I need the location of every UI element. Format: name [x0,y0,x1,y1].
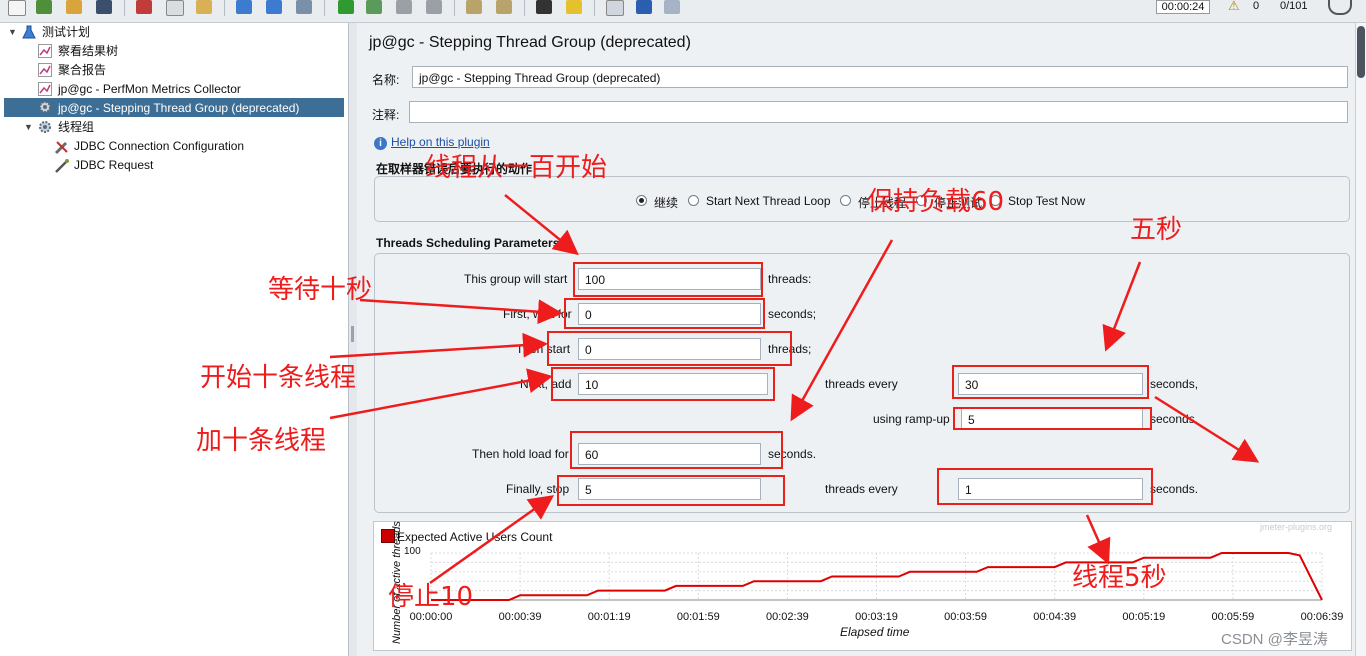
annotation-text: 五秒 [1130,215,1183,245]
chart-x-tick: 00:04:39 [1033,611,1076,623]
annotation-box [570,431,783,469]
annotation-box [937,468,1153,505]
chart-x-tick: 00:03:59 [944,611,987,623]
annotation-box [953,407,1152,430]
annotation-box [564,298,765,329]
chart-x-tick: 00:05:59 [1211,611,1254,623]
chart-x-tick: 00:06:39 [1301,611,1344,623]
annotation-text: 开始十条线程 [200,363,357,393]
annotation-text: 等待十秒 [268,275,373,305]
chart-x-tick: 00:01:19 [588,611,631,623]
chart-x-tick: 00:01:59 [677,611,720,623]
annotation-text: 保持负载60 [867,187,1005,217]
annotation-box [573,262,763,297]
annotation-text: 线程从一百开始 [425,153,608,183]
annotation-box [551,367,775,401]
annotation-text: 加十条线程 [196,426,327,456]
chart-x-tick: 00:02:39 [766,611,809,623]
chart-x-tick: 00:00:00 [410,611,453,623]
annotation-text: 线程5秒 [1072,563,1167,593]
csdn-watermark: CSDN @李昱涛 [1221,631,1328,648]
chart-x-tick: 00:00:39 [499,611,542,623]
annotation-box [952,365,1149,399]
chart-x-tick: 00:05:19 [1122,611,1165,623]
annotation-box [547,331,792,366]
chart-series-line [431,552,1323,601]
annotation-text: 停止10 [388,582,474,612]
chart-x-tick: 00:03:19 [855,611,898,623]
annotation-box [557,475,785,506]
